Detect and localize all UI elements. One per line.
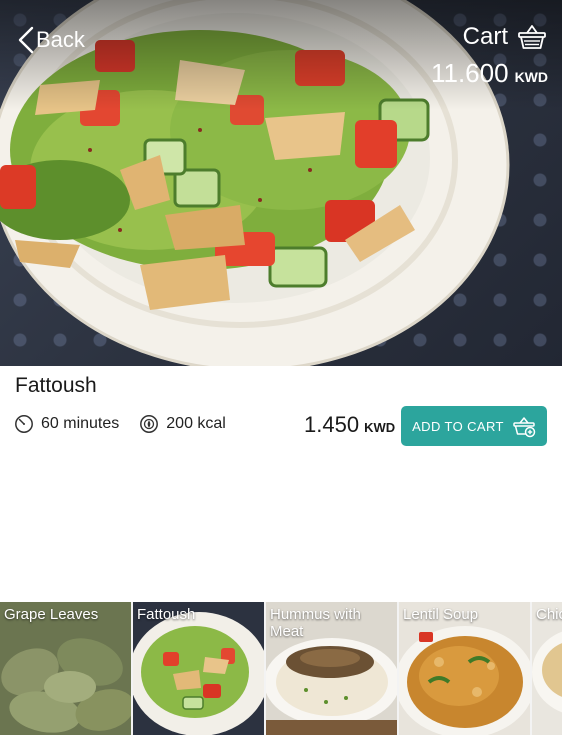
menu-item-fattoush[interactable]: Fattoush xyxy=(133,602,264,735)
item-price: 1.450 KWD xyxy=(304,412,395,438)
item-title: Fattoush xyxy=(15,374,97,397)
menu-item-grape-leaves[interactable]: Grape Leaves xyxy=(0,602,131,735)
clock-icon xyxy=(15,415,33,433)
hero-image: Back Cart 11.600 KWD xyxy=(0,0,562,366)
duration: 60 minutes xyxy=(14,414,119,434)
menu-item-label: Fattoush xyxy=(137,606,196,623)
menu-item-label: Hummus with Meat xyxy=(270,606,361,640)
basket-add-icon xyxy=(513,417,536,438)
menu-item-chic[interactable]: Chic xyxy=(532,602,562,735)
calories-text: 200 kcal xyxy=(166,415,226,432)
add-to-cart-label: ADD TO CART xyxy=(412,418,504,434)
cart-label: Cart xyxy=(462,23,508,50)
chevron-left-icon xyxy=(18,26,34,54)
price-amount: 1.450 xyxy=(304,412,360,437)
menu-item-lentil-soup[interactable]: Lentil Soup xyxy=(399,602,530,735)
menu-item-hummus-with-meat[interactable]: Hummus with Meat xyxy=(266,602,397,735)
add-to-cart-button[interactable]: ADD TO CART xyxy=(401,406,547,446)
duration-text: 60 minutes xyxy=(41,415,120,432)
calories: 200 kcal xyxy=(139,414,226,434)
basket-icon xyxy=(518,25,546,49)
menu-item-label: Chic xyxy=(536,606,562,623)
item-meta: 60 minutes 200 kcal xyxy=(14,414,246,434)
calorie-icon xyxy=(140,415,159,433)
back-button[interactable]: Back xyxy=(18,24,85,56)
back-label: Back xyxy=(36,27,85,52)
menu-item-label: Lentil Soup xyxy=(403,606,479,623)
price-currency: KWD xyxy=(364,420,396,435)
cart-total: 11.600 KWD xyxy=(431,58,548,89)
cart-button[interactable]: Cart xyxy=(463,20,548,54)
menu-item-label: Grape Leaves xyxy=(4,606,99,623)
cart-total-currency: KWD xyxy=(514,69,548,85)
cart-total-amount: 11.600 xyxy=(430,58,509,88)
menu-strip[interactable]: Grape Leaves Fattoush Hummus with Meat L… xyxy=(0,602,562,735)
